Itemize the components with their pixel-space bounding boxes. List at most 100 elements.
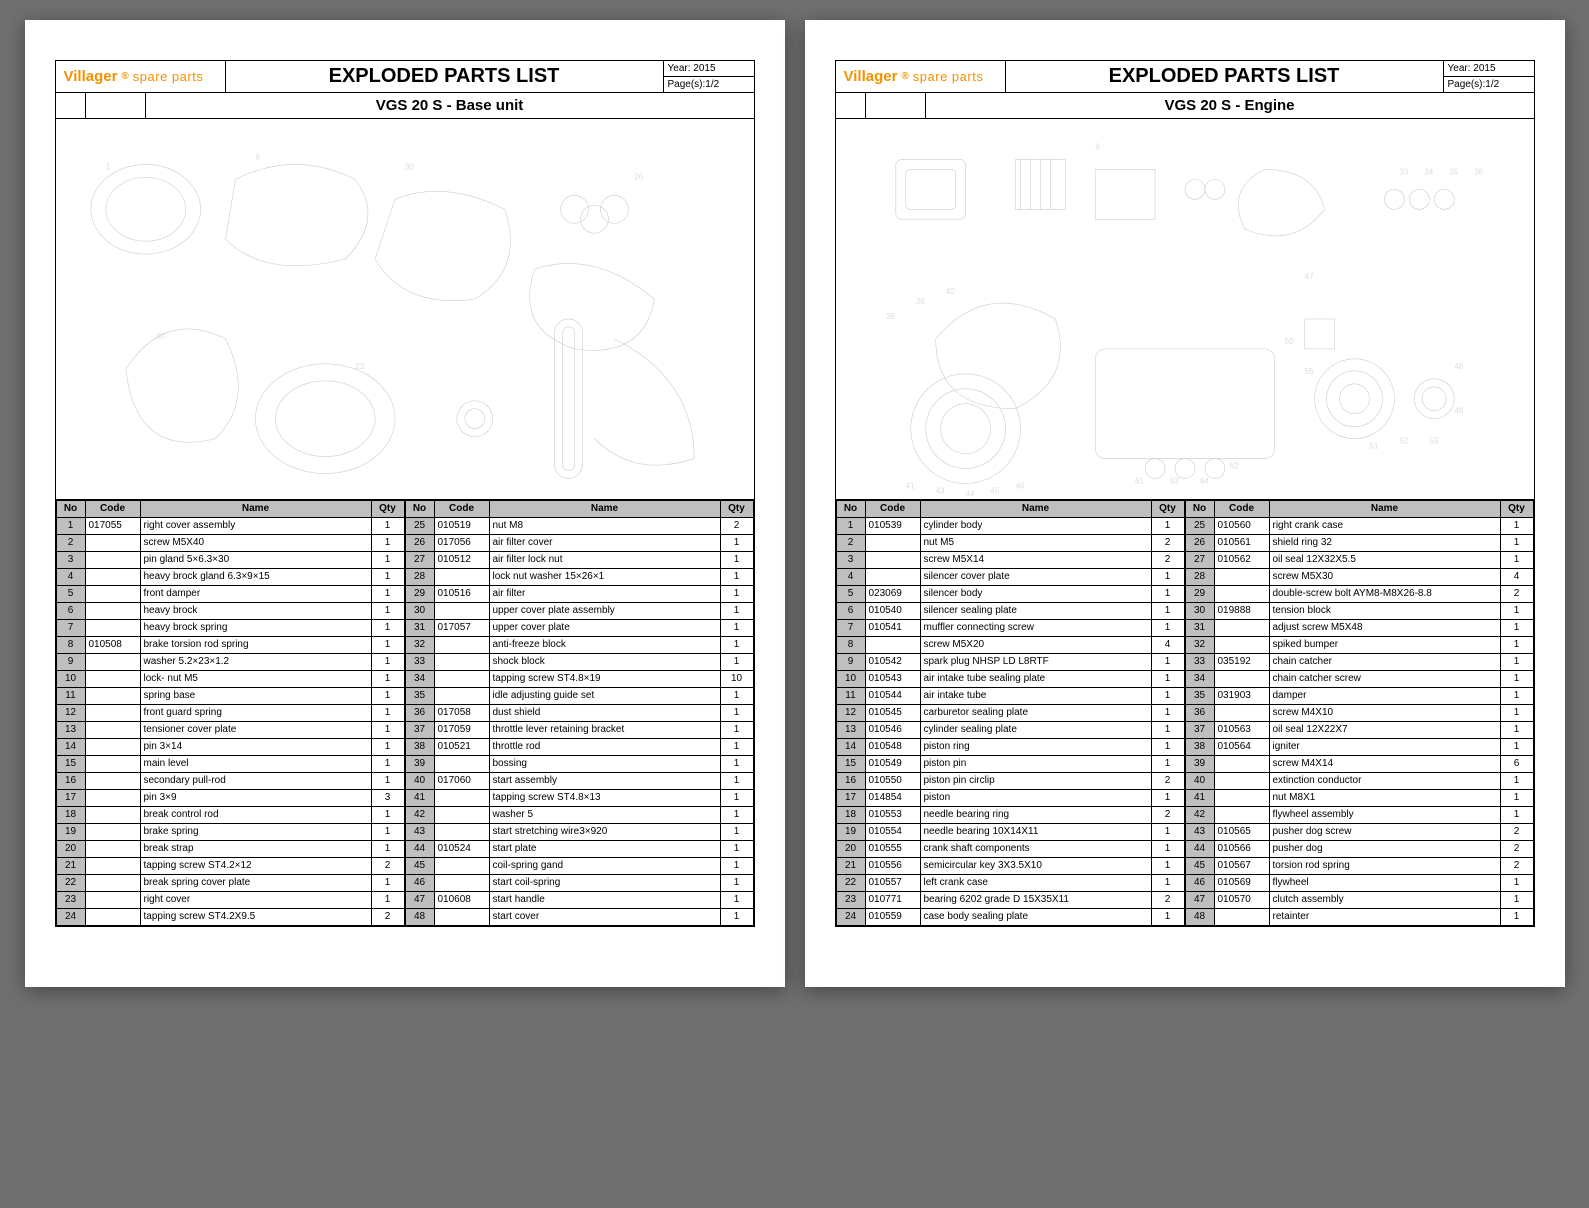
cell-code: [434, 688, 489, 705]
cell-name: oil seal 12X22X7: [1269, 722, 1500, 739]
cell-no: 38: [1185, 739, 1214, 756]
cell-no: 38: [405, 739, 434, 756]
th-qty: Qty: [1500, 501, 1533, 518]
cell-name: screw M5X40: [140, 535, 371, 552]
cell-name: air filter cover: [489, 535, 720, 552]
cell-qty: 1: [720, 535, 753, 552]
table-row: 9010542spark plug NHSP LD L8RTF1: [836, 654, 1184, 671]
cell-qty: 1: [371, 807, 404, 824]
cell-qty: 1: [371, 688, 404, 705]
cell-qty: 1: [1500, 535, 1533, 552]
cell-no: 2: [836, 535, 865, 552]
cell-name: piston pin: [920, 756, 1151, 773]
cell-name: front damper: [140, 586, 371, 603]
cell-no: 16: [836, 773, 865, 790]
cell-qty: 1: [371, 705, 404, 722]
cell-code: 010540: [865, 603, 920, 620]
cell-no: 30: [405, 603, 434, 620]
cell-qty: 1: [1500, 739, 1533, 756]
cell-code: [85, 807, 140, 824]
cell-qty: 1: [720, 824, 753, 841]
svg-text:26: 26: [634, 172, 643, 181]
cell-no: 48: [1185, 909, 1214, 926]
cell-no: 14: [836, 739, 865, 756]
cell-name: heavy brock gland 6.3×9×15: [140, 569, 371, 586]
cell-code: [85, 875, 140, 892]
cell-name: extinction conductor: [1269, 773, 1500, 790]
cell-qty: 1: [1151, 824, 1184, 841]
cell-name: screw M5X20: [920, 637, 1151, 654]
table-row: 47010570clutch assembly1: [1185, 892, 1533, 909]
cell-name: pin gland 5×6.3×30: [140, 552, 371, 569]
cell-name: retainter: [1269, 909, 1500, 926]
cell-qty: 1: [1151, 790, 1184, 807]
svg-text:43: 43: [935, 486, 944, 495]
cell-qty: 1: [1500, 637, 1533, 654]
cell-code: 035192: [1214, 654, 1269, 671]
cell-name: chain catcher screw: [1269, 671, 1500, 688]
cell-no: 46: [1185, 875, 1214, 892]
brand-cell: Villager® spare parts: [836, 61, 1006, 92]
table-row: 7heavy brock spring1: [56, 620, 404, 637]
cell-code: [865, 569, 920, 586]
cell-no: 31: [1185, 620, 1214, 637]
cell-name: shield ring 32: [1269, 535, 1500, 552]
svg-text:52: 52: [1399, 437, 1408, 446]
cell-qty: 1: [720, 858, 753, 875]
cell-code: 010539: [865, 518, 920, 535]
svg-text:35: 35: [1449, 167, 1458, 176]
cell-name: brake torsion rod spring: [140, 637, 371, 654]
table-row: 5023069silencer body1: [836, 586, 1184, 603]
cell-name: pin 3×14: [140, 739, 371, 756]
cell-name: spiked bumper: [1269, 637, 1500, 654]
cell-name: bearing 6202 grade D 15X35X11: [920, 892, 1151, 909]
cell-qty: 1: [720, 875, 753, 892]
cell-qty: 1: [371, 552, 404, 569]
cell-qty: 1: [720, 739, 753, 756]
cell-code: 010564: [1214, 739, 1269, 756]
table-row: 46010569flywheel1: [1185, 875, 1533, 892]
svg-text:9: 9: [1095, 142, 1100, 151]
parts-table-right: No Code Name Qty 25010519nut M8226017056…: [405, 500, 754, 926]
cell-no: 45: [405, 858, 434, 875]
cell-no: 29: [405, 586, 434, 603]
cell-no: 4: [56, 569, 85, 586]
table-row: 10010543air intake tube sealing plate1: [836, 671, 1184, 688]
cell-no: 19: [836, 824, 865, 841]
cell-name: adjust screw M5X48: [1269, 620, 1500, 637]
cell-qty: 1: [720, 586, 753, 603]
cell-code: [1214, 756, 1269, 773]
cell-name: right cover assembly: [140, 518, 371, 535]
svg-text:46: 46: [1015, 481, 1024, 490]
cell-qty: 1: [720, 909, 753, 926]
table-row: 35031903damper1: [1185, 688, 1533, 705]
table-row: 32spiked bumper1: [1185, 637, 1533, 654]
cell-qty: 1: [720, 552, 753, 569]
cell-no: 34: [1185, 671, 1214, 688]
cell-no: 41: [1185, 790, 1214, 807]
table-row: 23010771bearing 6202 grade D 15X35X112: [836, 892, 1184, 909]
table-row: 26017056air filter cover1: [405, 535, 753, 552]
cell-code: [85, 756, 140, 773]
cell-name: piston pin circlip: [920, 773, 1151, 790]
table-row: 48start cover1: [405, 909, 753, 926]
header-row: Villager® spare parts EXPLODED PARTS LIS…: [836, 61, 1534, 93]
cell-no: 47: [1185, 892, 1214, 909]
cell-code: [85, 858, 140, 875]
svg-text:38: 38: [915, 297, 924, 306]
cell-name: right cover: [140, 892, 371, 909]
svg-text:50: 50: [1284, 337, 1293, 346]
cell-no: 44: [405, 841, 434, 858]
cell-name: clutch assembly: [1269, 892, 1500, 909]
cell-no: 6: [836, 603, 865, 620]
svg-text:40: 40: [945, 287, 954, 296]
table-row: 16010550piston pin circlip2: [836, 773, 1184, 790]
cell-code: [85, 671, 140, 688]
cell-no: 8: [836, 637, 865, 654]
cell-name: muffler connecting screw: [920, 620, 1151, 637]
cell-code: 010557: [865, 875, 920, 892]
cell-name: start handle: [489, 892, 720, 909]
cell-no: 23: [836, 892, 865, 909]
cell-name: right crank case: [1269, 518, 1500, 535]
cell-name: start assembly: [489, 773, 720, 790]
